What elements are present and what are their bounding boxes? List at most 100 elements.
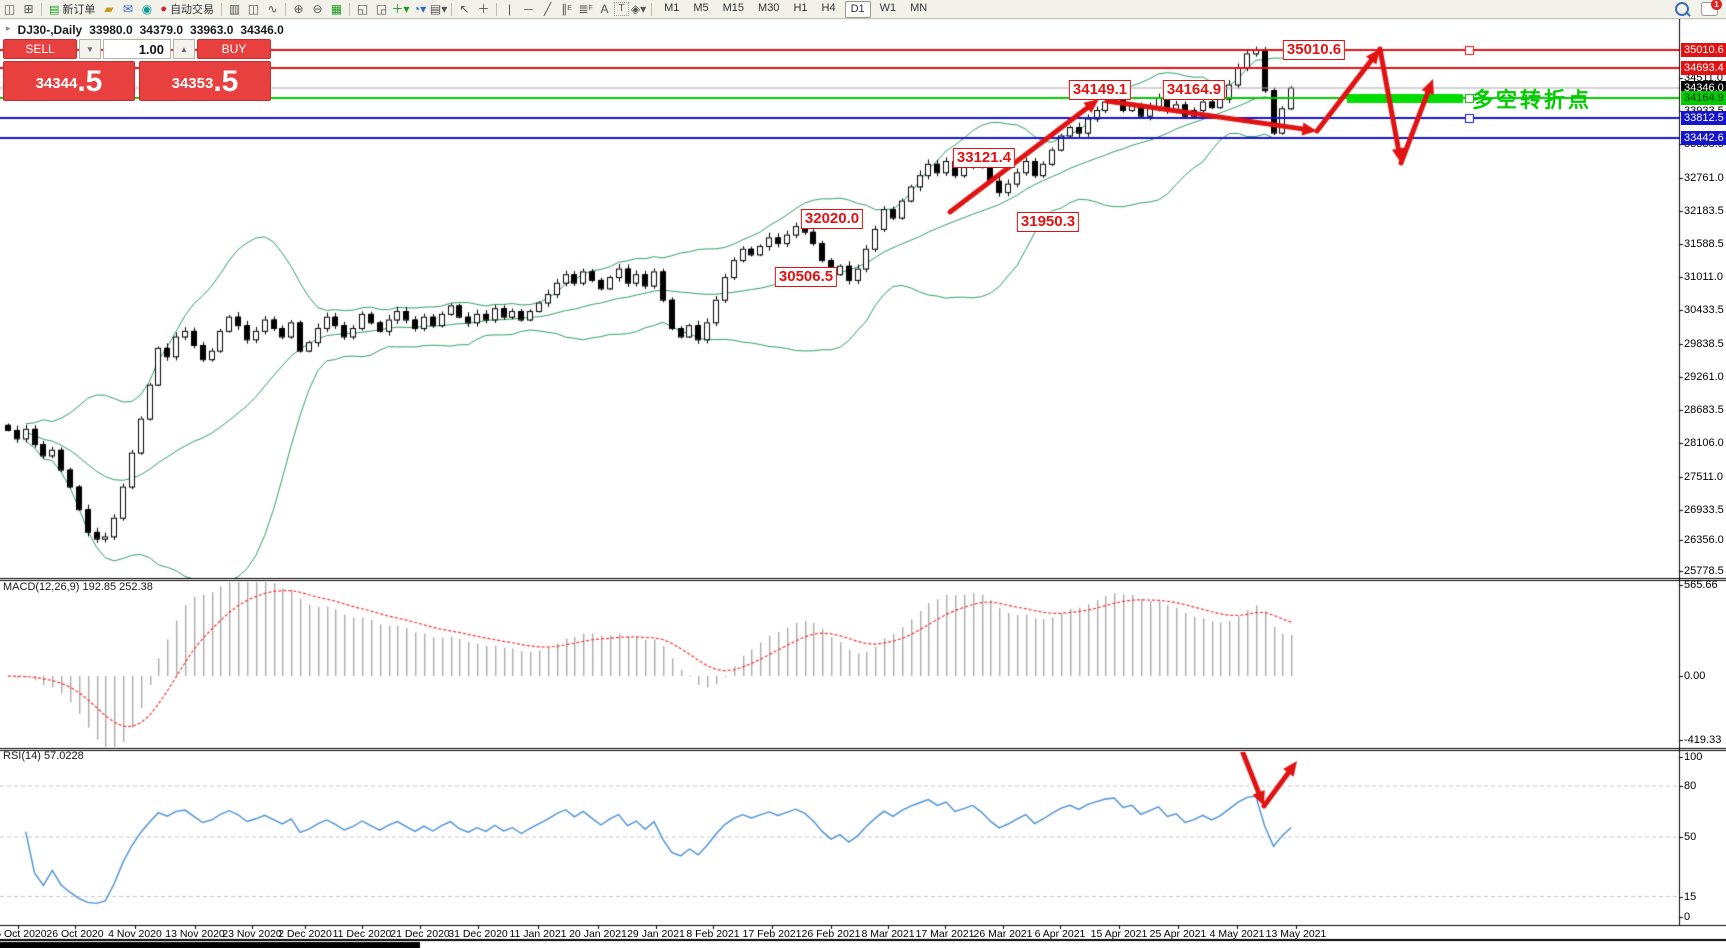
date-label: 21 Dec 2020 <box>390 928 450 940</box>
line-chart-type-icon[interactable]: ∿ <box>263 1 282 17</box>
price-axis-box: 33812.5 <box>1681 111 1726 125</box>
price-tick: 29261.0 <box>1684 371 1724 383</box>
timeframe-M15[interactable]: M15 <box>718 1 749 16</box>
date-label: 2 Dec 2020 <box>278 928 332 940</box>
symbol-period-title: DJ30-,Daily <box>17 23 83 37</box>
ohlc-open: 33980.0 <box>89 23 133 37</box>
separator <box>349 2 351 16</box>
cursor-icon[interactable]: ↖ <box>455 1 474 17</box>
arrows-tool-icon[interactable]: ◈▾ <box>629 1 648 17</box>
indicator-window-icon[interactable]: ◱ <box>353 1 372 17</box>
trendline-icon[interactable]: ╱ <box>538 1 557 17</box>
price-annotation[interactable]: 35010.6 <box>1282 40 1346 60</box>
auto-trading-button[interactable]: ● 自动交易 <box>156 1 218 17</box>
zoom-out-icon[interactable]: ⊖ <box>308 1 327 17</box>
auto-trading-label: 自动交易 <box>170 4 215 16</box>
buy-price-button[interactable]: 34353 .5 <box>139 61 271 101</box>
signal-icon[interactable]: ◉ <box>137 1 156 17</box>
notifications-icon[interactable]: 1 <box>1701 0 1722 16</box>
rsi-label: RSI(14) 57.0228 <box>3 750 84 762</box>
mail-icon[interactable]: ✉ <box>118 1 137 17</box>
ohlc-high: 34379.0 <box>139 23 184 37</box>
timeframe-W1[interactable]: W1 <box>875 1 902 16</box>
date-label: 13 Nov 2020 <box>165 928 225 940</box>
indicator-axis-tick: -419.33 <box>1684 734 1722 746</box>
bar-chart-type-icon[interactable]: ▥ <box>225 1 244 17</box>
sell-price-main: 34344 <box>35 75 78 92</box>
price-axis-box: 34164.9 <box>1681 91 1726 105</box>
text-tool-icon[interactable]: A <box>595 1 614 17</box>
timeframe-H1[interactable]: H1 <box>788 1 812 16</box>
macd-label: MACD(12,26,9) 192.85 252.38 <box>3 581 153 593</box>
timeframe-M1[interactable]: M1 <box>659 1 684 16</box>
new-order-button[interactable]: ▤ 新订单 <box>45 1 99 17</box>
equidistant-channel-icon[interactable]: ∥ E <box>557 1 576 17</box>
tile-windows-icon[interactable]: ▦ <box>327 1 346 17</box>
price-annotation[interactable]: 34164.9 <box>1162 80 1226 100</box>
separator <box>285 2 287 16</box>
volume-increase-button[interactable]: ▲ <box>173 39 195 59</box>
new-order-label: 新订单 <box>62 4 96 16</box>
separator <box>451 2 453 16</box>
price-tick: 31011.0 <box>1684 271 1723 283</box>
trading-terminal-window: ◫ ⊞ ▤ 新订单 ▰ ✉ ◉ ● 自动交易 ▥ ◫ ∿ ⊕ ⊖ ▦ ◱ ◲ ＋… <box>0 0 1726 948</box>
date-label: 11 Jan 2021 <box>509 928 567 940</box>
add-indicator-icon[interactable]: ＋▾ <box>391 1 410 17</box>
bull-bear-turning-point-note[interactable]: 多空转折点 <box>1472 84 1592 114</box>
timeframe-H4[interactable]: H4 <box>817 1 841 16</box>
date-label: 23 Nov 2020 <box>222 928 282 940</box>
price-annotation[interactable]: 30506.5 <box>774 267 838 287</box>
candle-chart-type-icon[interactable]: ◫ <box>244 1 263 17</box>
one-click-trading-panel: SELL ▼ 1.00 ▲ BUY 34344 .5 34353 .5 <box>3 39 271 101</box>
buy-button[interactable]: BUY <box>197 39 271 59</box>
period-clock-icon[interactable]: ◔▾ <box>410 1 429 17</box>
buy-price-main: 34353 <box>171 75 214 92</box>
indicator-axis-tick: 0.00 <box>1684 670 1706 682</box>
indicator-window2-icon[interactable]: ◲ <box>372 1 391 17</box>
timeframe-M30[interactable]: M30 <box>753 1 784 16</box>
sell-button[interactable]: SELL <box>3 39 77 59</box>
horizontal-line-icon[interactable]: ─ <box>519 1 538 17</box>
separator <box>496 2 498 16</box>
gold-bar-icon[interactable]: ▰ <box>99 1 118 17</box>
indicator-axis-tick: 80 <box>1684 780 1697 792</box>
crosshair-icon[interactable]: ＋ <box>474 1 493 17</box>
timeframe-D1[interactable]: D1 <box>844 0 871 18</box>
separator <box>221 2 223 16</box>
text-label-icon[interactable]: T <box>614 2 630 16</box>
zoom-in-icon[interactable]: ⊕ <box>289 1 308 17</box>
date-label: 26 Feb 2021 <box>801 928 861 940</box>
sell-price-button[interactable]: 34344 .5 <box>3 61 135 101</box>
timeframe-MN[interactable]: MN <box>905 1 932 16</box>
ohlc-low: 33963.0 <box>190 23 234 37</box>
notification-badge: 1 <box>1711 0 1722 10</box>
date-label: 4 May 2021 <box>1209 928 1265 940</box>
price-tick: 32761.0 <box>1684 172 1724 184</box>
price-annotation[interactable]: 31950.3 <box>1016 212 1080 232</box>
separator <box>651 2 653 16</box>
price-tick: 27511.0 <box>1684 471 1723 483</box>
volume-decrease-button[interactable]: ▼ <box>79 39 101 59</box>
price-tick: 32183.5 <box>1684 205 1724 217</box>
market-watch-icon[interactable]: ⊞ <box>19 1 38 17</box>
price-annotation[interactable]: 34149.1 <box>1068 80 1132 100</box>
timeframe-M5[interactable]: M5 <box>688 1 713 16</box>
price-tick: 26933.5 <box>1684 504 1724 516</box>
auto-trading-icon: ● <box>160 3 168 15</box>
buy-price-pips: .5 <box>213 65 239 98</box>
date-label: 25 Apr 2021 <box>1149 928 1207 940</box>
price-tick: 28106.0 <box>1684 437 1724 449</box>
price-annotation[interactable]: 32020.0 <box>800 209 864 229</box>
date-label: 8 Feb 2021 <box>686 928 740 940</box>
search-icon[interactable] <box>1675 2 1689 16</box>
price-tick: 28683.5 <box>1684 404 1724 416</box>
date-label: 13 May 2021 <box>1265 928 1327 940</box>
price-annotation[interactable]: 33121.4 <box>952 148 1016 168</box>
chart-template-icon[interactable]: ▤▾ <box>429 1 448 17</box>
chart-canvas[interactable] <box>0 0 1726 948</box>
chart-window-icon[interactable]: ◫ <box>0 1 19 17</box>
vertical-line-icon[interactable]: | <box>500 1 519 17</box>
volume-input[interactable]: 1.00 <box>103 39 171 59</box>
indicator-axis-tick: 50 <box>1684 831 1697 843</box>
fibonacci-icon[interactable]: ≣ F <box>576 1 595 17</box>
